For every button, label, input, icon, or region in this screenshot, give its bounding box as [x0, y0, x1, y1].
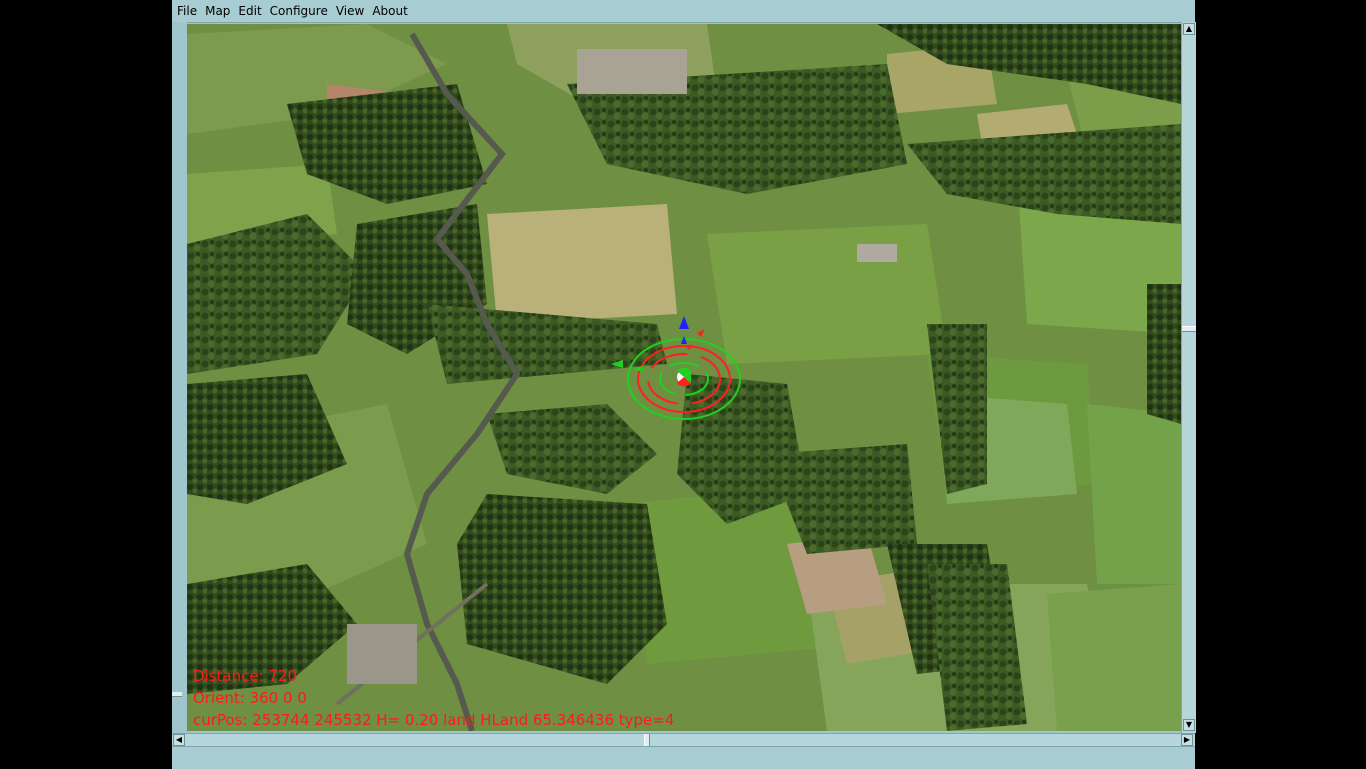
- status-bar: [172, 746, 1195, 769]
- terrain-render: [187, 24, 1181, 731]
- frame-marker: [172, 692, 182, 697]
- arrow-left-icon[interactable]: ◀: [173, 734, 185, 746]
- hud-current-position: curPos: 253744 245532 H= 0.20 land HLand…: [193, 711, 675, 729]
- menu-configure[interactable]: Configure: [266, 0, 332, 22]
- vertical-scroll-thumb[interactable]: [1182, 326, 1196, 332]
- application-window: File Map Edit Configure View About Dista…: [172, 0, 1196, 769]
- left-frame: [172, 22, 187, 733]
- menu-edit[interactable]: Edit: [234, 0, 265, 22]
- menu-map[interactable]: Map: [201, 0, 234, 22]
- hud-orient: Orient: 360 0 0: [193, 689, 307, 707]
- arrow-right-icon[interactable]: ▶: [1181, 734, 1193, 746]
- arrow-up-icon[interactable]: ▲: [1183, 23, 1195, 35]
- buildings: [347, 624, 417, 684]
- arrow-down-icon[interactable]: ▼: [1183, 719, 1195, 731]
- vertical-scrollbar[interactable]: ▲ ▼: [1181, 22, 1196, 733]
- horizontal-scroll-thumb[interactable]: [644, 734, 650, 746]
- menu-about[interactable]: About: [368, 0, 411, 22]
- menu-view[interactable]: View: [332, 0, 368, 22]
- menu-bar: File Map Edit Configure View About: [172, 0, 1195, 23]
- field-dry: [487, 204, 677, 324]
- horizontal-scrollbar[interactable]: ◀ ▶: [172, 733, 1195, 746]
- hud-distance: Distance: 720: [193, 667, 298, 685]
- menu-file[interactable]: File: [172, 0, 201, 22]
- map-3d-viewport[interactable]: Distance: 720 Orient: 360 0 0 curPos: 25…: [187, 24, 1181, 731]
